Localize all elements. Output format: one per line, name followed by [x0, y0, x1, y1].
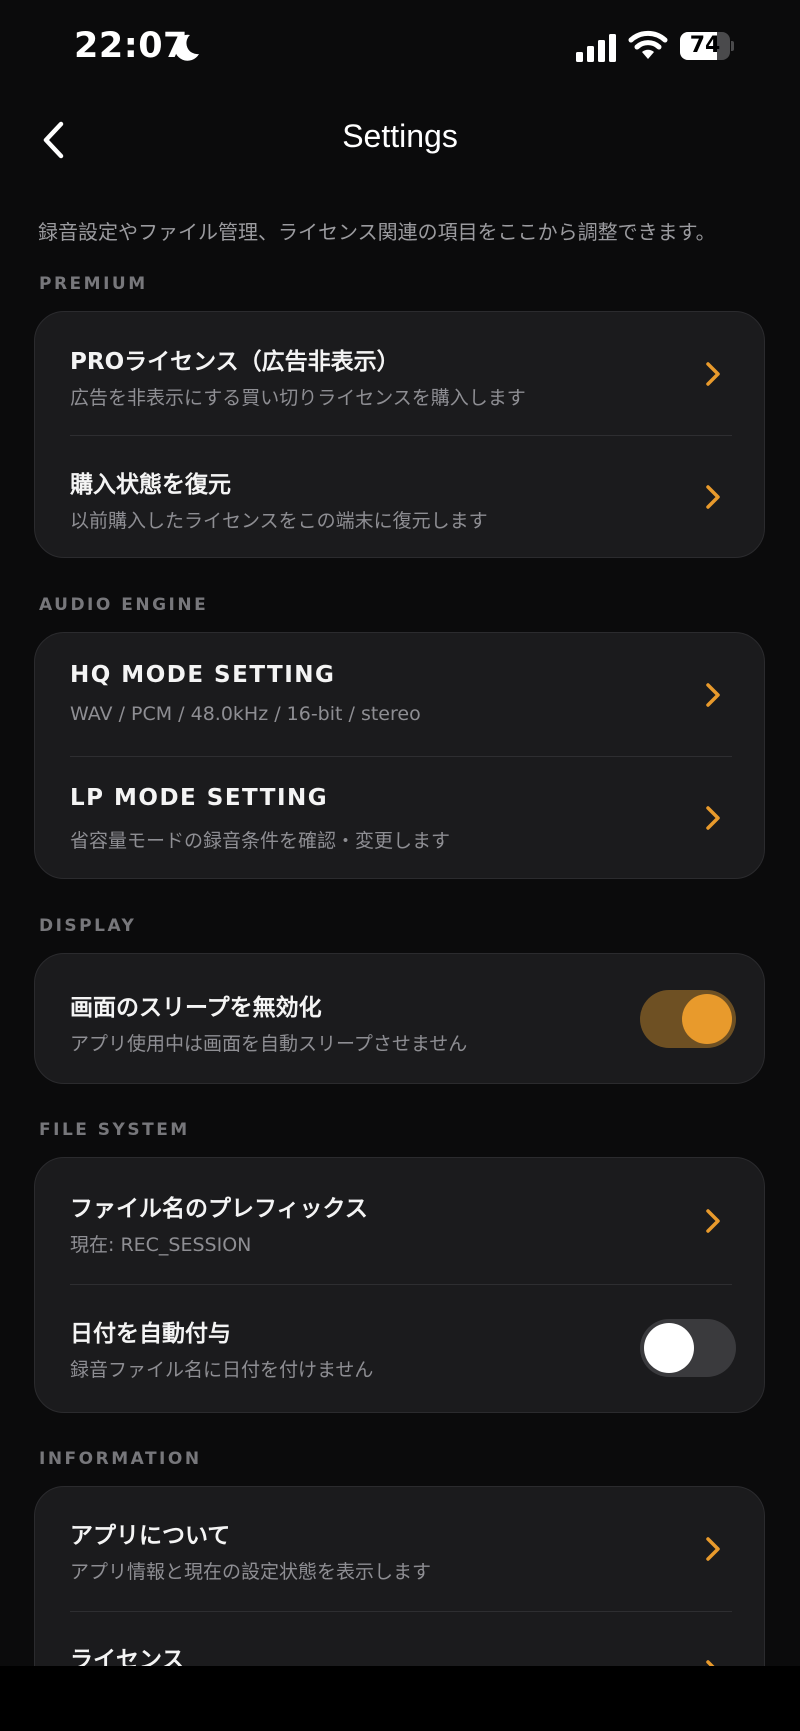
wifi-icon [628, 30, 668, 59]
row-title: PROライセンス（広告非表示） [70, 349, 400, 375]
row-title: 日付を自動付与 [70, 1321, 231, 1347]
chevron-right-icon [706, 683, 720, 707]
toggle-knob [644, 1323, 694, 1373]
chevron-right-icon [706, 1660, 715, 1666]
chevron-right-icon [706, 362, 720, 386]
section-label-audio-engine: AUDIO ENGINE [39, 595, 209, 615]
disable-sleep-toggle[interactable] [640, 990, 736, 1048]
row-subtitle: WAV / PCM / 48.0kHz / 16-bit / stereo [70, 703, 421, 725]
bottom-area [0, 1666, 800, 1731]
row-pro-license[interactable]: PROライセンス（広告非表示） 広告を非表示にする買い切りライセンスを購入します [35, 312, 764, 435]
card-file-system: ファイル名のプレフィックス 現在: REC_SESSION 日付を自動付与 録音… [34, 1157, 765, 1413]
section-label-premium: PREMIUM [39, 274, 148, 294]
battery-icon: 74 [680, 32, 734, 60]
row-title: HQ MODE SETTING [70, 662, 336, 688]
row-subtitle: アプリ使用中は画面を自動スリープさせません [70, 1033, 468, 1055]
row-title: ライセンス [70, 1647, 185, 1666]
auto-date-toggle[interactable] [640, 1319, 736, 1377]
row-lp-mode[interactable]: LP MODE SETTING 省容量モードの録音条件を確認・変更します [35, 757, 764, 878]
card-audio-engine: HQ MODE SETTING WAV / PCM / 48.0kHz / 16… [34, 632, 765, 879]
row-hq-mode[interactable]: HQ MODE SETTING WAV / PCM / 48.0kHz / 16… [35, 633, 764, 756]
page-description: 録音設定やファイル管理、ライセンス関連の項目をここから調整できます。 [38, 220, 716, 244]
section-label-display: DISPLAY [39, 916, 137, 936]
row-subtitle: 以前購入したライセンスをこの端末に復元します [70, 510, 488, 532]
settings-screen: 22:07 74 Settings 録音設定やファイル管理、ライセンス関連の項目… [0, 0, 800, 1666]
toggle-knob [682, 994, 732, 1044]
chevron-right-icon [706, 485, 720, 509]
row-title: アプリについて [70, 1523, 231, 1549]
moon-icon [174, 34, 199, 61]
chevron-right-icon [706, 1209, 720, 1233]
card-display: 画面のスリープを無効化 アプリ使用中は画面を自動スリープさせません [34, 953, 765, 1084]
row-filename-prefix[interactable]: ファイル名のプレフィックス 現在: REC_SESSION [35, 1158, 764, 1284]
row-license[interactable]: ライセンス [35, 1612, 764, 1666]
row-title: ファイル名のプレフィックス [70, 1196, 368, 1222]
signal-icon [576, 34, 616, 62]
row-subtitle: アプリ情報と現在の設定状態を表示します [70, 1561, 432, 1583]
row-subtitle: 広告を非表示にする買い切りライセンスを購入します [70, 387, 526, 409]
row-restore-purchase[interactable]: 購入状態を復元 以前購入したライセンスをこの端末に復元します [35, 436, 764, 557]
row-disable-sleep: 画面のスリープを無効化 アプリ使用中は画面を自動スリープさせません [35, 954, 764, 1083]
battery-level: 74 [689, 33, 721, 58]
row-title: 購入状態を復元 [70, 472, 231, 498]
row-auto-date: 日付を自動付与 録音ファイル名に日付を付けません [35, 1285, 764, 1412]
page-title: Settings [342, 118, 458, 154]
chevron-right-icon [706, 806, 720, 830]
row-title: 画面のスリープを無効化 [70, 995, 322, 1021]
card-information: アプリについて アプリ情報と現在の設定状態を表示します ライセンス [34, 1486, 765, 1666]
section-label-information: INFORMATION [39, 1449, 202, 1469]
row-subtitle: 省容量モードの録音条件を確認・変更します [70, 830, 451, 852]
card-premium: PROライセンス（広告非表示） 広告を非表示にする買い切りライセンスを購入します… [34, 311, 765, 558]
row-subtitle: 現在: REC_SESSION [70, 1234, 252, 1256]
row-subtitle: 録音ファイル名に日付を付けません [70, 1359, 374, 1381]
row-about-app[interactable]: アプリについて アプリ情報と現在の設定状態を表示します [35, 1487, 764, 1611]
row-title: LP MODE SETTING [70, 785, 329, 811]
section-label-file-system: FILE SYSTEM [39, 1120, 190, 1140]
chevron-right-icon [706, 1537, 720, 1561]
